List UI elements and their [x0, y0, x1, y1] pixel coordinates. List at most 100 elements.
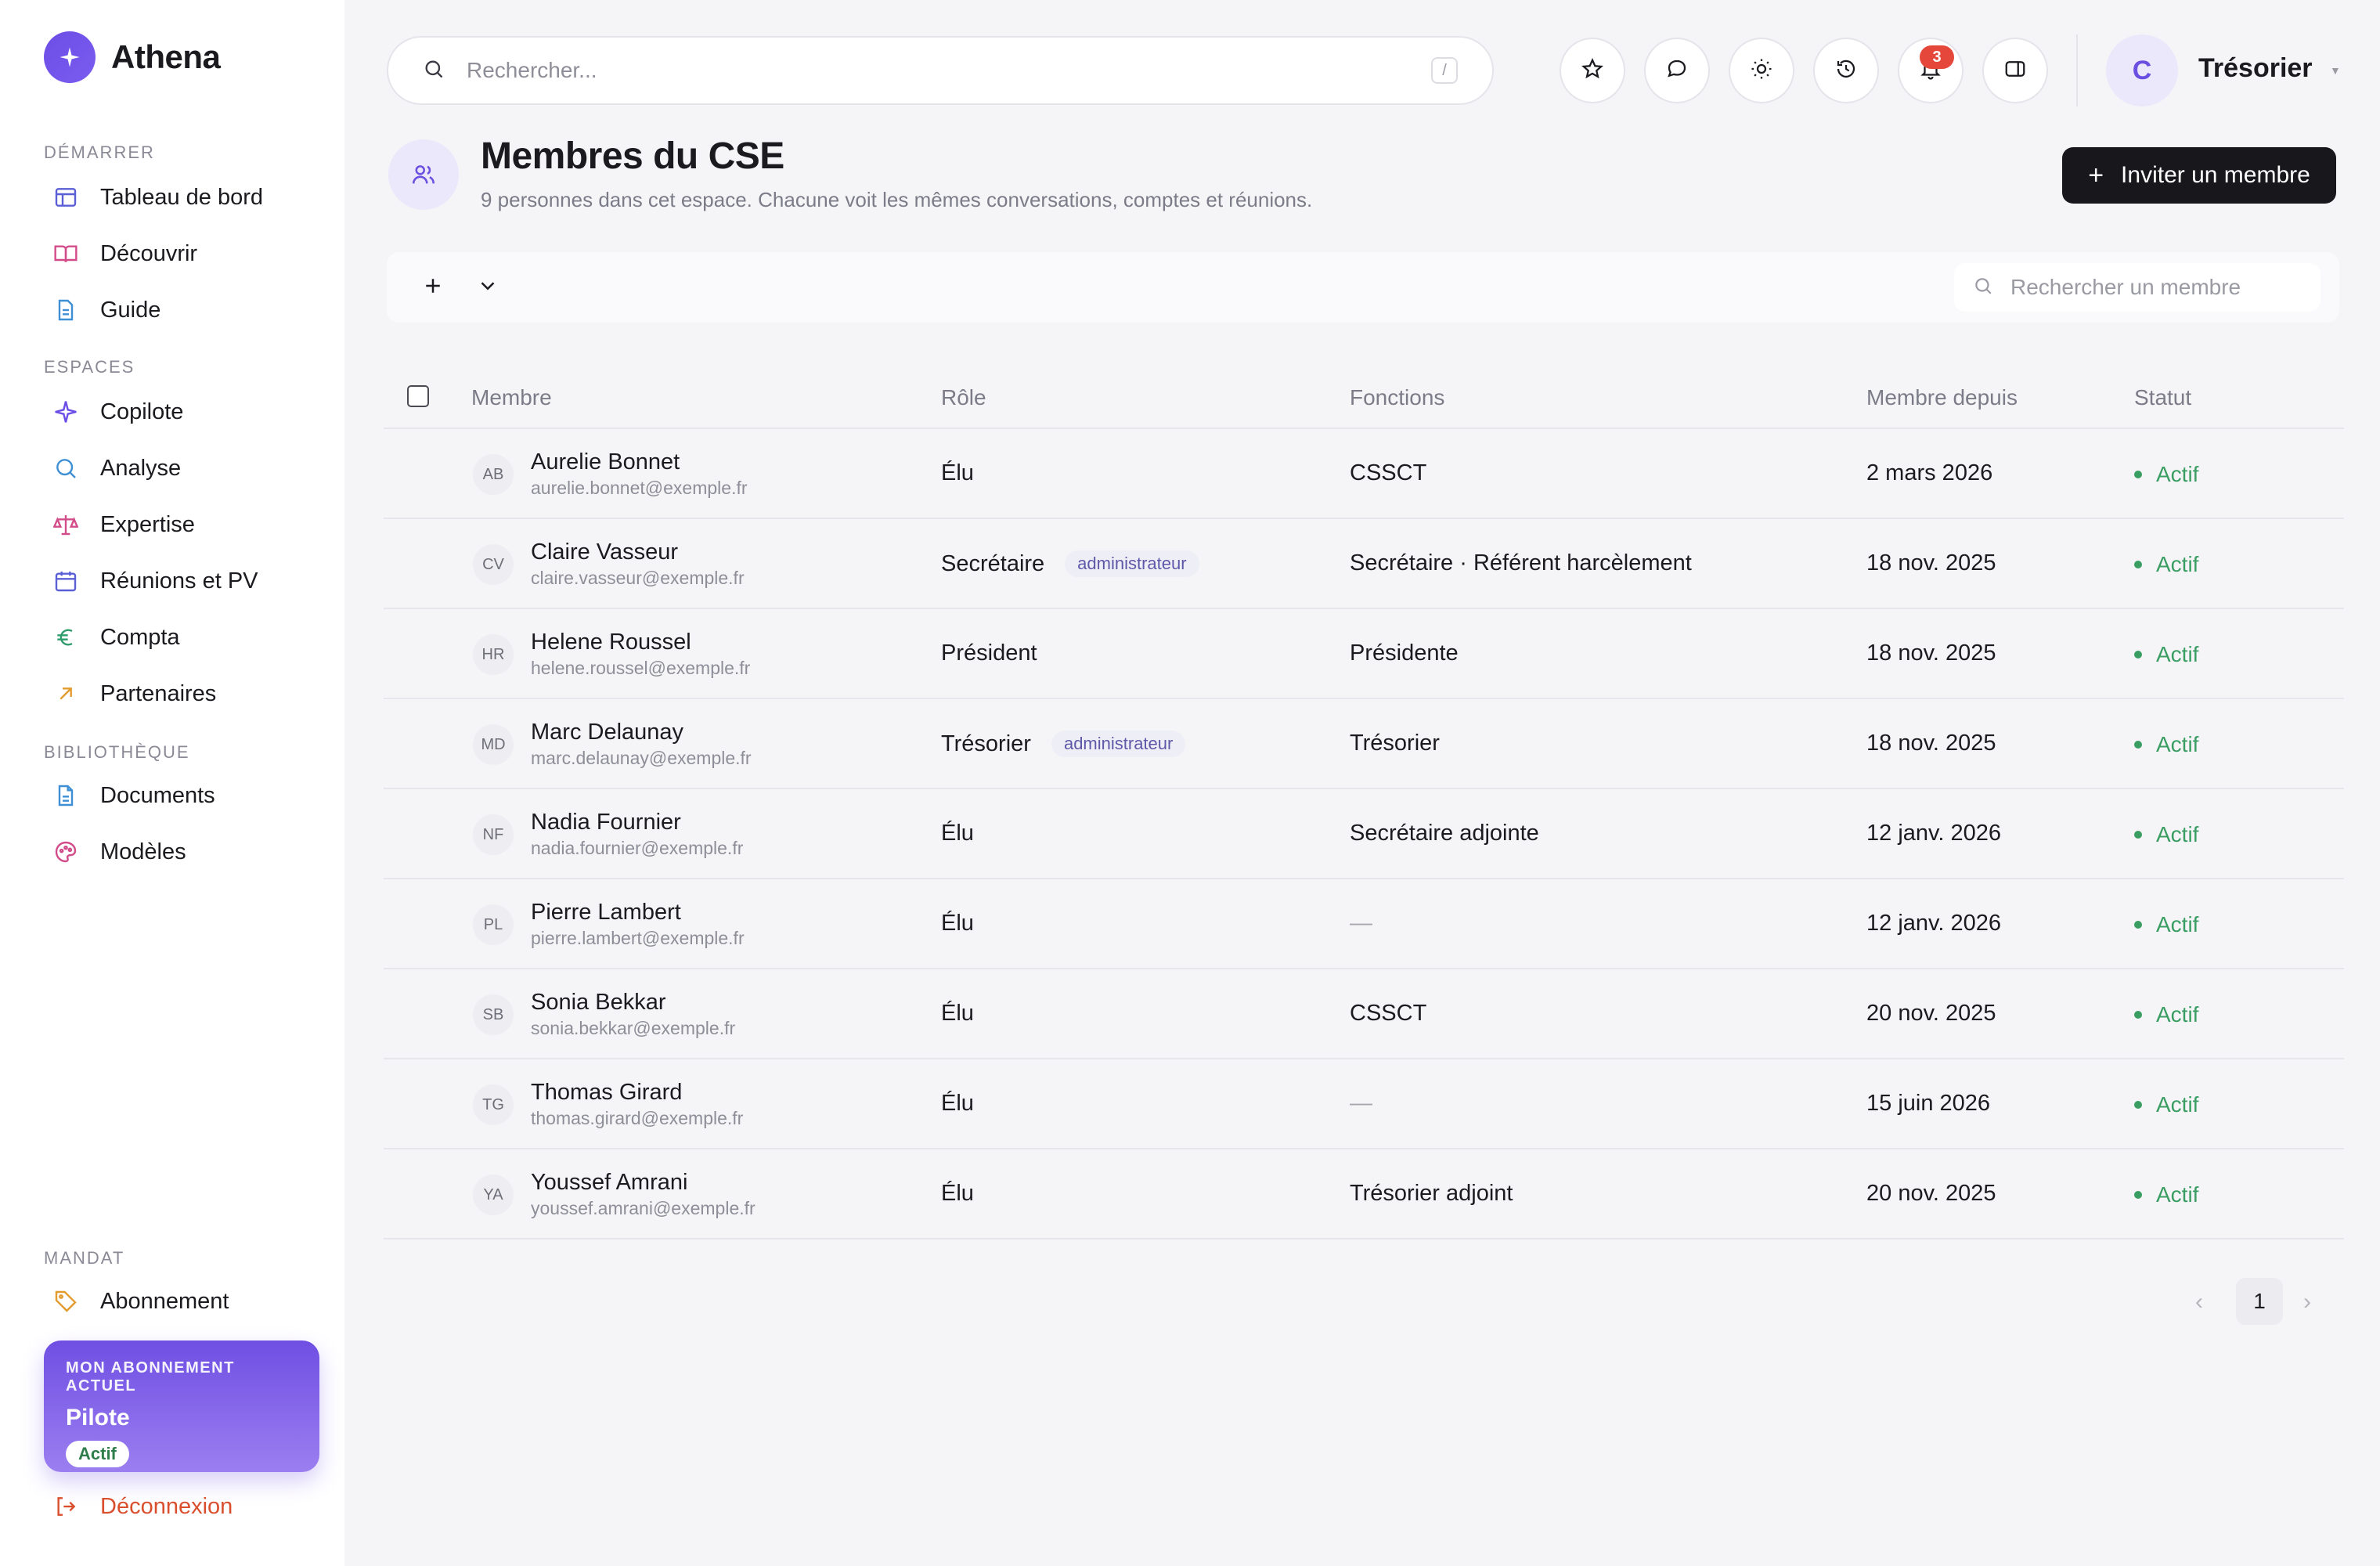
sidebar-item-decouvrir[interactable]: Découvrir [50, 230, 324, 277]
avatar: PL [473, 904, 514, 945]
table-row[interactable]: YA Youssef Amrani youssef.amrani@exemple… [384, 1149, 2344, 1239]
status-badge: Actif [2134, 822, 2198, 847]
role-label: Élu [941, 911, 974, 936]
favorites-button[interactable] [1560, 38, 1625, 103]
table-row[interactable]: SB Sonia Bekkar sonia.bekkar@exemple.fr … [384, 969, 2344, 1059]
chevron-down-icon [476, 274, 499, 301]
side-panel-icon [2003, 57, 2027, 85]
status-label: Actif [2156, 462, 2199, 486]
member-since: 18 nov. 2025 [1866, 640, 1996, 666]
column-header-fonctions[interactable]: Fonctions [1350, 385, 1444, 410]
global-search-input[interactable] [467, 58, 1431, 83]
status-dot-icon [2134, 921, 2142, 929]
column-header-membre-depuis[interactable]: Membre depuis [1866, 385, 2018, 410]
column-header-statut[interactable]: Statut [2134, 385, 2191, 410]
table-row[interactable]: HR Helene Roussel helene.roussel@exemple… [384, 609, 2344, 699]
star-icon [1581, 57, 1604, 85]
sidebar-item-label: Documents [100, 782, 215, 808]
status-dot-icon [2134, 471, 2142, 478]
nav-section-espaces: Espaces [44, 357, 135, 377]
sun-icon [1750, 57, 1773, 85]
user-name[interactable]: Trésorier [2198, 53, 2313, 84]
invite-member-button[interactable]: + Inviter un membre [2062, 147, 2336, 204]
sidebar-item-modeles[interactable]: Modèles [50, 828, 324, 875]
sparkle-icon [50, 396, 81, 428]
sidebar-item-compta[interactable]: Compta [50, 614, 324, 661]
plan-status-badge: Actif [66, 1441, 129, 1467]
table-row[interactable]: CV Claire Vasseur claire.vasseur@exemple… [384, 519, 2344, 609]
member-email: pierre.lambert@exemple.fr [531, 928, 745, 948]
member-functions: Secrétaire adjointe [1350, 821, 1539, 846]
member-email: sonia.bekkar@exemple.fr [531, 1018, 736, 1038]
sidebar-item-tableau-de-bord[interactable]: Tableau de bord [50, 174, 324, 221]
table-row[interactable]: AB Aurelie Bonnet aurelie.bonnet@exemple… [384, 429, 2344, 519]
status-dot-icon [2134, 1101, 2142, 1109]
member-since: 12 janv. 2026 [1866, 911, 2001, 936]
search-icon [423, 58, 445, 84]
topbar-divider [2076, 34, 2078, 106]
sidebar-item-analyse[interactable]: Analyse [50, 445, 324, 492]
sidebar-item-documents[interactable]: Documents [50, 772, 324, 819]
column-header-membre[interactable]: Membre [471, 385, 552, 410]
sidebar-item-label: Abonnement [100, 1288, 229, 1314]
member-email: claire.vasseur@exemple.fr [531, 568, 745, 588]
expand-options-button[interactable] [470, 269, 506, 305]
member-email: nadia.fournier@exemple.fr [531, 838, 744, 858]
logout-button[interactable]: Déconnexion [50, 1483, 324, 1530]
plan-kicker: MON ABONNEMENT ACTUEL [66, 1359, 235, 1395]
table-row[interactable]: TG Thomas Girard thomas.girard@exemple.f… [384, 1059, 2344, 1149]
brand[interactable]: Athena [44, 31, 221, 83]
user-avatar[interactable]: C [2106, 34, 2178, 106]
member-functions: Trésorier adjoint [1350, 1181, 1513, 1206]
chevron-right-icon[interactable]: › [2303, 1289, 2311, 1315]
scale-icon [50, 509, 81, 540]
sidebar-item-label: Analyse [100, 455, 182, 481]
member-role: Élu [941, 1091, 974, 1117]
status-dot-icon [2134, 831, 2142, 839]
caret-down-icon[interactable]: ▼ [2330, 64, 2341, 77]
sidebar-item-guide[interactable]: Guide [50, 287, 324, 334]
shortcut-hint: / [1431, 57, 1458, 84]
status-badge: Actif [2134, 1182, 2198, 1207]
history-button[interactable] [1813, 38, 1879, 103]
member-since: 18 nov. 2025 [1866, 731, 1996, 756]
file-text-icon [50, 294, 81, 326]
status-badge: Actif [2134, 552, 2198, 577]
sidebar-item-abonnement[interactable]: Abonnement [50, 1278, 324, 1325]
search-icon [50, 453, 81, 484]
sidebar: Athena Démarrer Tableau de bord Découvri… [0, 0, 344, 1566]
select-all-checkbox[interactable] [407, 385, 429, 407]
member-email: youssef.amrani@exemple.fr [531, 1198, 755, 1218]
table-row[interactable]: MD Marc Delaunay marc.delaunay@exemple.f… [384, 699, 2344, 789]
sidebar-item-label: Tableau de bord [100, 184, 263, 210]
status-dot-icon [2134, 741, 2142, 749]
global-search[interactable]: / [387, 36, 1494, 105]
nav-section-bibliotheque: Bibliothèque [44, 742, 190, 762]
member-search-input[interactable] [2010, 275, 2302, 300]
toggle-panel-button[interactable] [1982, 38, 2048, 103]
theme-toggle-button[interactable] [1729, 38, 1794, 103]
member-search[interactable] [1954, 263, 2320, 312]
member-name: Aurelie Bonnet [531, 449, 680, 474]
tag-icon [50, 1286, 81, 1317]
table-header: Membre Rôle Fonctions Membre depuis Stat… [384, 371, 2344, 429]
column-header-role[interactable]: Rôle [941, 385, 986, 410]
add-filter-button[interactable] [415, 269, 451, 305]
messages-button[interactable] [1644, 38, 1710, 103]
sidebar-item-expertise[interactable]: Expertise [50, 501, 324, 548]
current-plan-card[interactable]: MON ABONNEMENT ACTUEL Pilote Actif [44, 1340, 319, 1472]
chevron-left-icon[interactable]: ‹ [2195, 1289, 2203, 1315]
pagination-current-page[interactable]: 1 [2236, 1278, 2283, 1325]
notifications-button[interactable]: 3 [1898, 38, 1964, 103]
sidebar-item-partenaires[interactable]: Partenaires [50, 670, 324, 717]
sidebar-item-copilote[interactable]: Copilote [50, 388, 324, 435]
member-functions: — [1350, 1091, 1372, 1116]
logout-label: Déconnexion [100, 1493, 233, 1519]
table-row[interactable]: PL Pierre Lambert pierre.lambert@exemple… [384, 879, 2344, 969]
sidebar-item-reunions-et-pv[interactable]: Réunions et PV [50, 557, 324, 604]
table-row[interactable]: NF Nadia Fournier nadia.fournier@exemple… [384, 789, 2344, 879]
member-since: 12 janv. 2026 [1866, 821, 2001, 846]
plus-icon [421, 274, 445, 301]
status-badge: Actif [2134, 1092, 2198, 1117]
status-dot-icon [2134, 561, 2142, 568]
